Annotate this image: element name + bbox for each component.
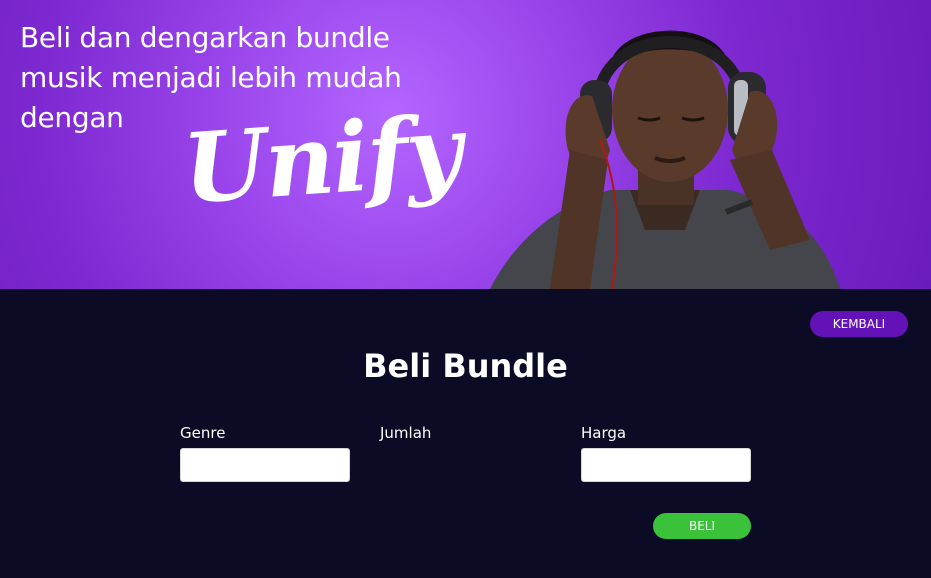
harga-input[interactable] bbox=[581, 448, 751, 482]
hero-photo-man-with-headphones bbox=[480, 0, 860, 289]
hero-banner: Beli dan dengarkan bundle musik menjadi … bbox=[0, 0, 931, 289]
buy-button[interactable]: BELI bbox=[653, 513, 751, 539]
hero-tagline-line-1: Beli dan dengarkan bundle bbox=[20, 21, 390, 54]
hero-tagline-line-2: musik menjadi lebih mudah bbox=[20, 61, 402, 94]
jumlah-label: Jumlah bbox=[380, 424, 432, 442]
back-button[interactable]: KEMBALI bbox=[810, 311, 908, 337]
harga-label: Harga bbox=[581, 424, 627, 442]
genre-input[interactable] bbox=[180, 448, 350, 482]
genre-label: Genre bbox=[180, 424, 226, 442]
brand-logo-text: Unify bbox=[179, 93, 464, 226]
page-title: Beli Bundle bbox=[363, 347, 568, 385]
buy-bundle-section: KEMBALI Beli Bundle Genre Jumlah Harga B… bbox=[0, 289, 931, 578]
